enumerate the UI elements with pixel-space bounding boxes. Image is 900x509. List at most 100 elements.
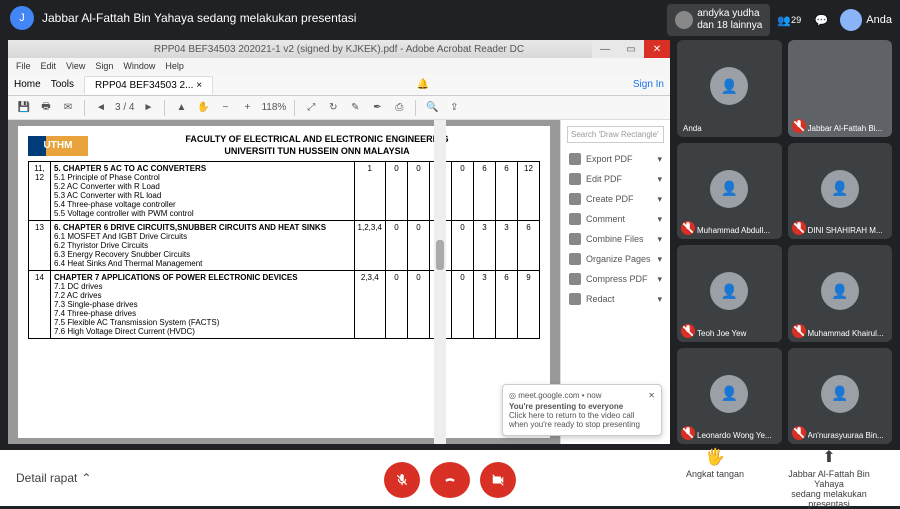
minimize-button[interactable]: — bbox=[592, 40, 618, 58]
you-avatar bbox=[840, 9, 862, 31]
participant-tile[interactable]: 👤Muhammad Abdull... bbox=[677, 143, 782, 240]
toolpane-item[interactable]: Comment▾ bbox=[567, 209, 664, 229]
pointer-icon[interactable]: ▲ bbox=[173, 100, 189, 116]
toast-host: meet.google.com • now bbox=[518, 391, 601, 400]
camera-button[interactable] bbox=[480, 462, 516, 498]
raise-hand-button[interactable]: 🖐 Angkat tangan bbox=[686, 447, 744, 509]
toolpane-item[interactable]: Combine Files▾ bbox=[567, 229, 664, 249]
prev-page-icon[interactable]: ◄ bbox=[93, 100, 109, 116]
value-cell: 0 bbox=[452, 271, 474, 339]
acrobat-menubar[interactable]: File Edit View Sign Window Help bbox=[8, 58, 670, 74]
tool-icon bbox=[569, 213, 581, 225]
fitpage-icon[interactable]: ⤢ bbox=[303, 100, 319, 116]
toolpane-item[interactable]: Create PDF▾ bbox=[567, 189, 664, 209]
participant-tile[interactable]: 👤DINI SHAHIRAH M... bbox=[788, 143, 893, 240]
hangup-button[interactable] bbox=[430, 462, 470, 498]
next-page-icon[interactable]: ► bbox=[140, 100, 156, 116]
scroll-thumb[interactable] bbox=[436, 240, 444, 270]
presenting-toast[interactable]: ◎ meet.google.com • now✕ You're presenti… bbox=[502, 384, 662, 436]
zoom-in-icon[interactable]: + bbox=[239, 100, 255, 116]
participants-preview-pill[interactable]: andyka yudha dan 18 lainnya bbox=[667, 4, 770, 36]
zoom-value[interactable]: 118% bbox=[261, 102, 286, 113]
chat-button[interactable]: 💬 bbox=[808, 7, 834, 33]
chevron-down-icon: ▾ bbox=[657, 294, 662, 305]
close-button[interactable]: ✕ bbox=[644, 40, 670, 58]
menu-help[interactable]: Help bbox=[165, 61, 184, 71]
page-indicator[interactable]: 3 / 4 bbox=[115, 102, 134, 113]
menu-view[interactable]: View bbox=[66, 61, 85, 71]
tool-label: Comment bbox=[586, 214, 625, 224]
chapter-cell: CHAPTER 7 APPLICATIONS OF POWER ELECTRON… bbox=[51, 271, 355, 339]
week-cell: 14 bbox=[29, 271, 51, 339]
uthm-logo: UTHM bbox=[28, 136, 88, 156]
menu-file[interactable]: File bbox=[16, 61, 31, 71]
participant-tile[interactable]: 👤Leonardo Wong Ye... bbox=[677, 348, 782, 445]
tab-tools[interactable]: Tools bbox=[51, 79, 74, 90]
toolpane-item[interactable]: Export PDF▾ bbox=[567, 149, 664, 169]
toolpane-item[interactable]: Redact▾ bbox=[567, 289, 664, 309]
toast-close-icon[interactable]: ✕ bbox=[648, 391, 655, 400]
bell-icon[interactable]: 🔔 bbox=[417, 79, 429, 90]
share-icon[interactable]: ⇪ bbox=[446, 100, 462, 116]
acrobat-toolbar: 💾 🖶 ✉ ◄ 3 / 4 ► ▲ ✋ − + 118% ⤢ ↻ ✎ ✒ ⎙ 🔍… bbox=[8, 96, 670, 120]
participant-tile[interactable]: 👤Muhammad Khairul... bbox=[788, 245, 893, 342]
maximize-button[interactable]: ▭ bbox=[618, 40, 644, 58]
muted-icon bbox=[681, 221, 695, 235]
stamp-icon[interactable]: ⎙ bbox=[391, 100, 407, 116]
sign-icon[interactable]: ✒ bbox=[369, 100, 385, 116]
zoom-out-icon[interactable]: − bbox=[217, 100, 233, 116]
mic-button[interactable] bbox=[384, 462, 420, 498]
value-cell: 1,2,3,4 bbox=[354, 221, 385, 271]
tool-label: Create PDF bbox=[586, 194, 634, 204]
chevron-down-icon: ▾ bbox=[657, 274, 662, 285]
participant-name: Muhammad Khairul... bbox=[808, 329, 887, 338]
participant-tile[interactable]: 👤An'nurasyuuraa Bin... bbox=[788, 348, 893, 445]
tab-document[interactable]: RPP04 BEF34503 2... × bbox=[84, 76, 213, 94]
value-cell: 6 bbox=[496, 271, 518, 339]
hand-icon[interactable]: ✋ bbox=[195, 100, 211, 116]
toast-title: You're presenting to everyone bbox=[509, 402, 655, 411]
page-scrollbar[interactable] bbox=[434, 120, 446, 444]
present-now-button[interactable]: ⬆ Jabbar Al-Fattah Bin Yahayasedang mela… bbox=[774, 447, 884, 509]
toolpane-search[interactable]: Search 'Draw Rectangle' bbox=[567, 126, 664, 143]
people-count-button[interactable]: 👥29 bbox=[776, 7, 802, 33]
muted-icon bbox=[792, 324, 806, 338]
signin-link[interactable]: Sign In bbox=[633, 79, 664, 90]
search-icon[interactable]: 🔍 bbox=[424, 100, 440, 116]
participant-avatar: 👤 bbox=[821, 375, 859, 413]
participant-tile[interactable]: 👤Anda bbox=[677, 40, 782, 137]
highlight-icon[interactable]: ✎ bbox=[347, 100, 363, 116]
meeting-details-button[interactable]: Detail rapat ⌃ bbox=[16, 471, 91, 485]
participant-tile[interactable]: Jabbar Al-Fattah Bi... bbox=[788, 40, 893, 137]
tool-icon bbox=[569, 293, 581, 305]
tool-icon bbox=[569, 173, 581, 185]
tab-home[interactable]: Home bbox=[14, 79, 41, 90]
value-cell: 3 bbox=[474, 221, 496, 271]
value-cell: 0 bbox=[408, 221, 430, 271]
menu-window[interactable]: Window bbox=[123, 61, 155, 71]
tool-icon bbox=[569, 253, 581, 265]
toast-body: Click here to return to the video call w… bbox=[509, 411, 655, 429]
participant-tile[interactable]: 👤Teoh Joe Yew bbox=[677, 245, 782, 342]
toolpane-item[interactable]: Edit PDF▾ bbox=[567, 169, 664, 189]
people-count: 29 bbox=[791, 15, 801, 25]
participant-name: Muhammad Abdull... bbox=[697, 226, 776, 235]
menu-sign[interactable]: Sign bbox=[95, 61, 113, 71]
save-icon[interactable]: 💾 bbox=[16, 100, 32, 116]
value-cell: 6 bbox=[518, 221, 540, 271]
pdf-viewport[interactable]: UTHM FACULTY OF ELECTRICAL AND ELECTRONI… bbox=[8, 120, 560, 444]
meet-bottombar: Detail rapat ⌃ 🖐 Angkat tangan ⬆ Jabbar … bbox=[0, 450, 900, 506]
toolpane-item[interactable]: Compress PDF ▾ bbox=[567, 269, 664, 289]
tool-icon bbox=[569, 153, 581, 165]
print-icon[interactable]: 🖶 bbox=[38, 100, 54, 116]
mail-icon[interactable]: ✉ bbox=[60, 100, 76, 116]
value-cell: 0 bbox=[452, 162, 474, 221]
tool-label: Compress PDF bbox=[586, 274, 648, 284]
value-cell: 1 bbox=[354, 162, 385, 221]
value-cell: 0 bbox=[408, 271, 430, 339]
rotate-icon[interactable]: ↻ bbox=[325, 100, 341, 116]
toolpane-item[interactable]: Organize Pages▾ bbox=[567, 249, 664, 269]
menu-edit[interactable]: Edit bbox=[41, 61, 57, 71]
participant-name: Leonardo Wong Ye... bbox=[697, 431, 776, 440]
muted-icon bbox=[792, 119, 806, 133]
